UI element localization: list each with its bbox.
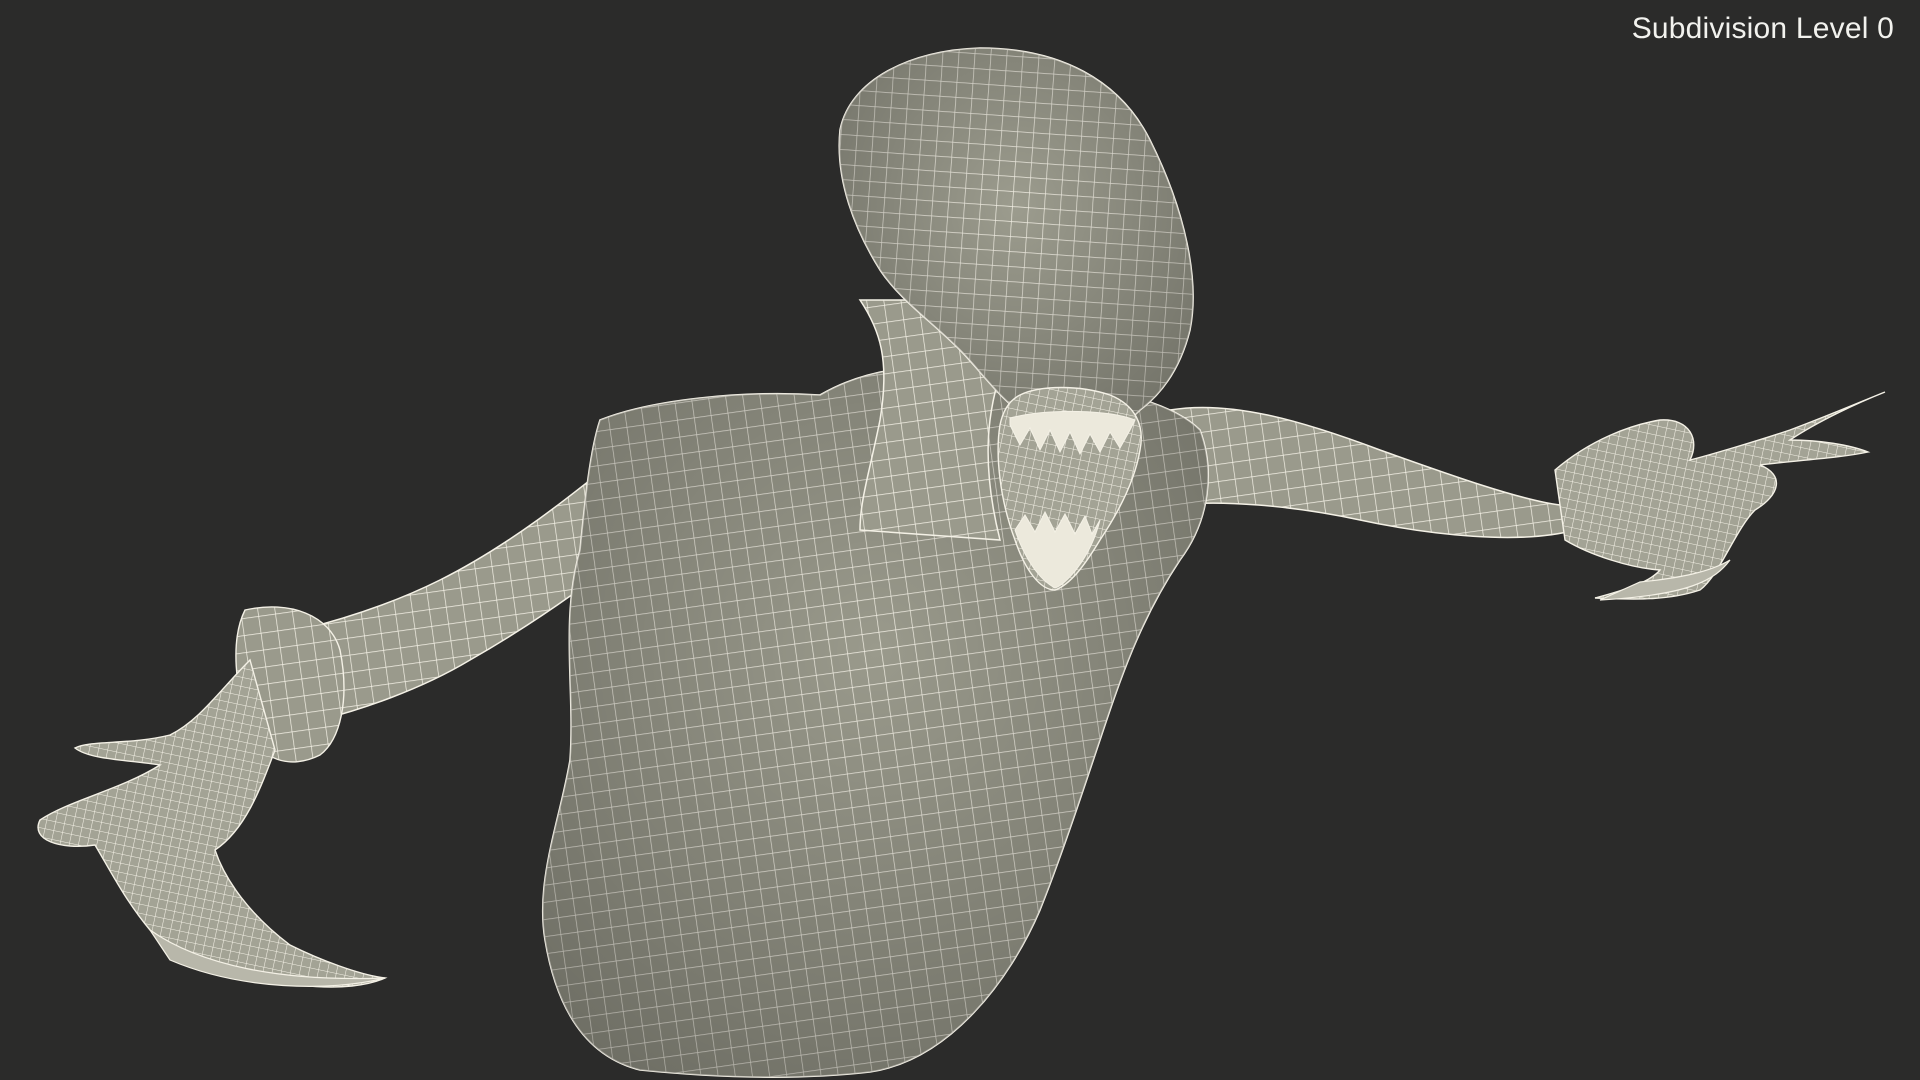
render-viewport[interactable]: Subdivision Level 0 xyxy=(0,0,1920,1080)
wireframe-creature-model xyxy=(37,47,1886,1078)
subdivision-level-label: Subdivision Level 0 xyxy=(1631,12,1894,45)
right-arm xyxy=(1169,391,1886,601)
